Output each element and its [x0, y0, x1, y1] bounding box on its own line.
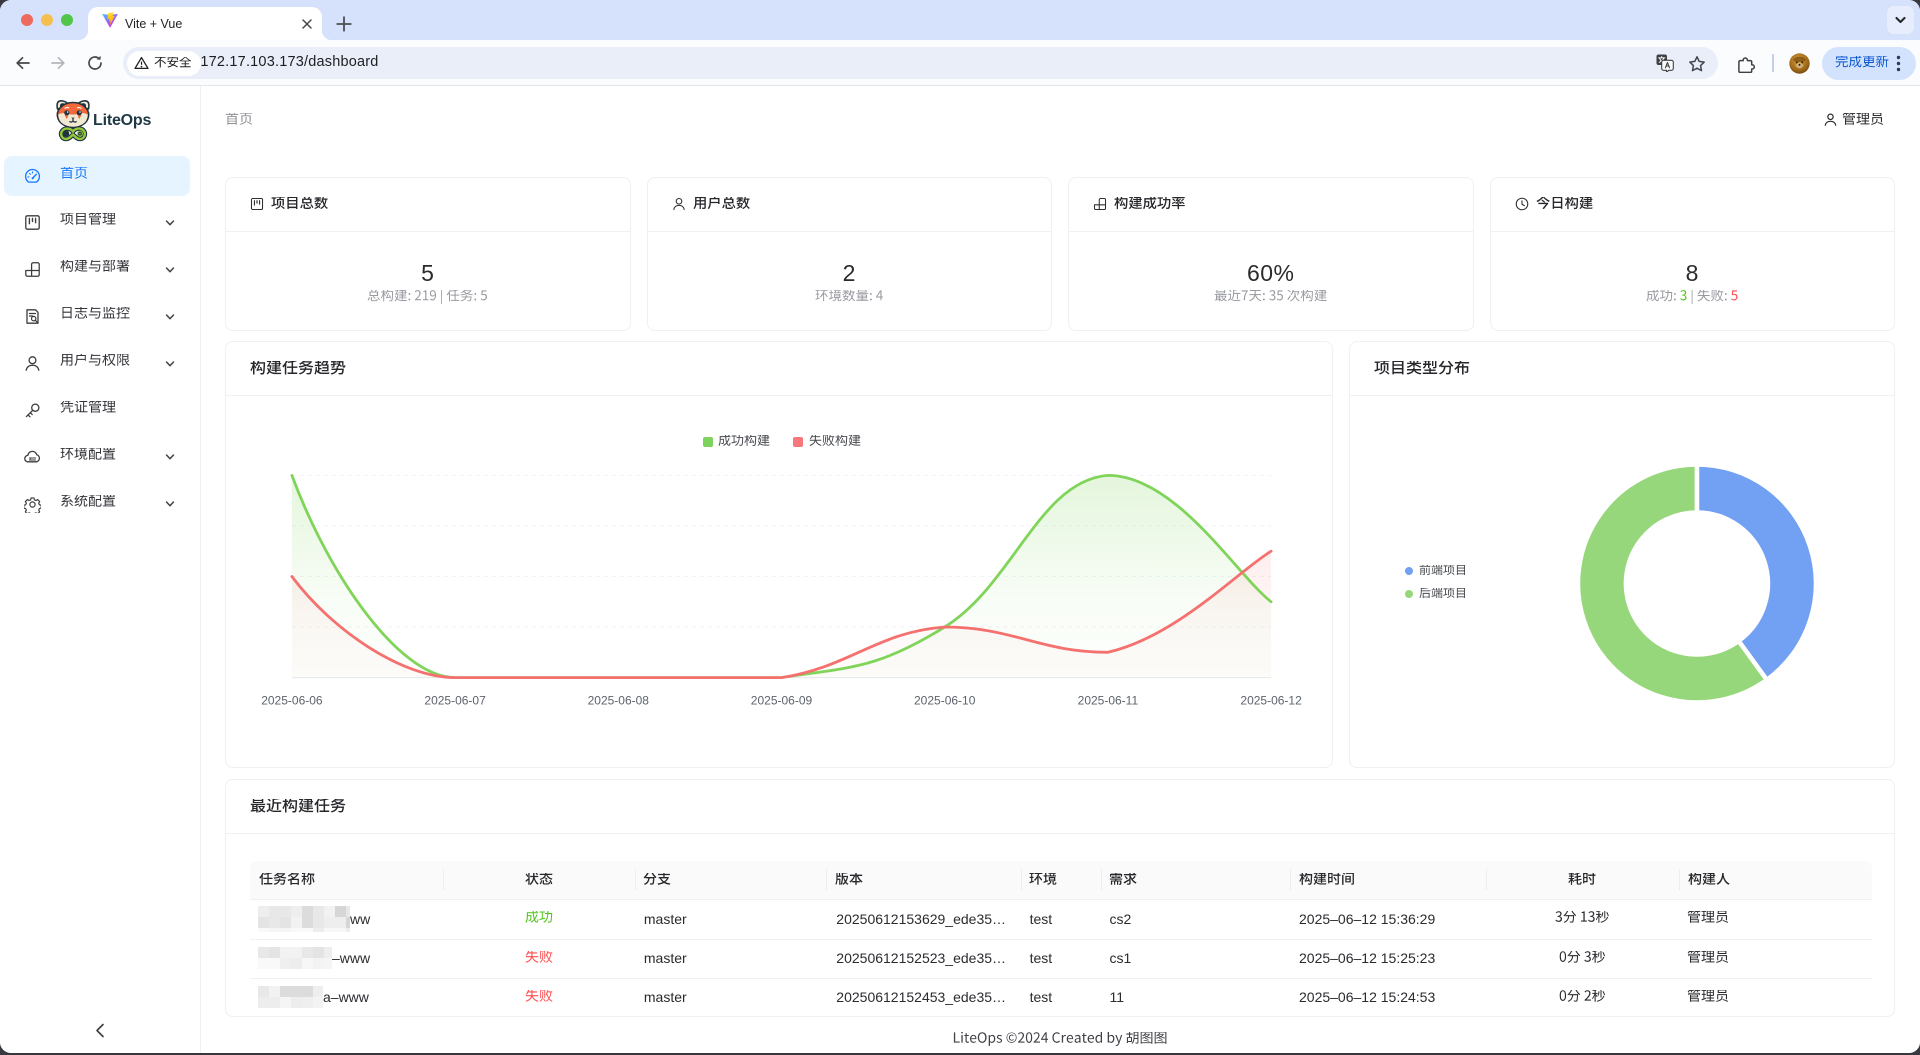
svg-text:2025-06-08: 2025-06-08: [588, 694, 650, 708]
svg-text:2025-06-09: 2025-06-09: [751, 694, 813, 708]
svg-text:2025-06-10: 2025-06-10: [914, 694, 976, 708]
svg-text:2025-06-11: 2025-06-11: [1078, 694, 1139, 708]
svg-text:2025-06-12: 2025-06-12: [1240, 694, 1302, 708]
svg-text:2025-06-06: 2025-06-06: [261, 694, 323, 708]
svg-text:2025-06-07: 2025-06-07: [424, 694, 486, 708]
